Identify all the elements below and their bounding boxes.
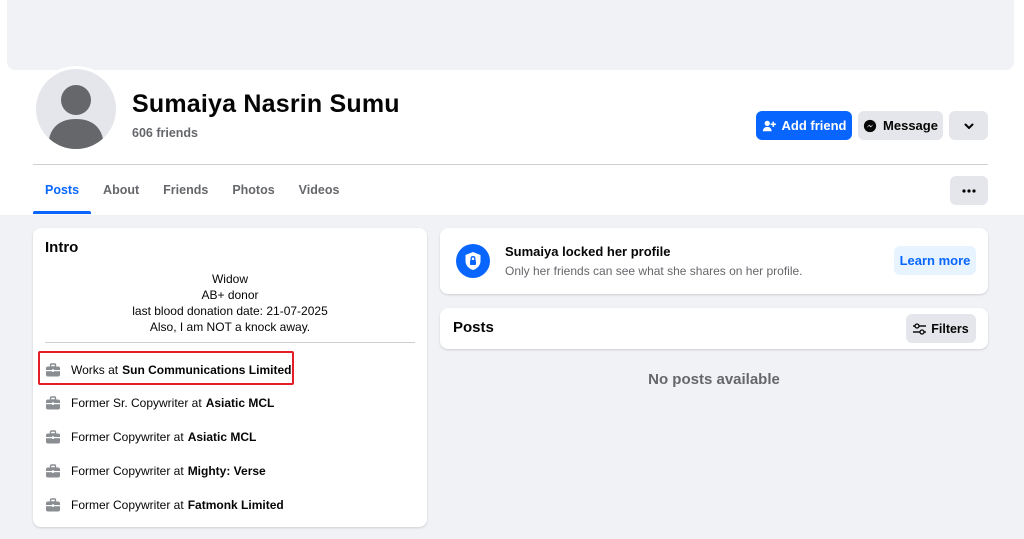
- intro-title: Intro: [45, 239, 79, 256]
- bio-line: last blood donation date: 21-07-2025: [132, 304, 328, 318]
- briefcase-icon: [45, 497, 61, 513]
- work-prefix: Former Copywriter at: [71, 464, 184, 478]
- highlight-annotation-box: [38, 351, 294, 385]
- profile-name: Sumaiya Nasrin Sumu: [132, 90, 400, 118]
- work-item: Former Copywriter at Fatmonk Limited: [45, 495, 284, 515]
- tab-photos[interactable]: Photos: [220, 166, 286, 214]
- work-org-link[interactable]: Mighty: Verse: [188, 464, 266, 478]
- filters-label: Filters: [931, 321, 969, 336]
- default-avatar-icon: [36, 69, 116, 149]
- sliders-icon: [913, 322, 927, 335]
- avatar[interactable]: [33, 66, 119, 152]
- posts-title: Posts: [453, 319, 494, 336]
- message-label: Message: [883, 118, 938, 133]
- tab-videos[interactable]: Videos: [287, 166, 352, 214]
- locked-title: Sumaiya locked her profile: [505, 244, 671, 259]
- header-divider: [33, 164, 988, 165]
- bio-line: AB+ donor: [201, 288, 259, 302]
- tab-about[interactable]: About: [91, 166, 151, 214]
- work-item: Former Copywriter at Asiatic MCL: [45, 427, 256, 447]
- work-org-link[interactable]: Asiatic MCL: [188, 430, 257, 444]
- add-friend-button[interactable]: Add friend: [756, 111, 852, 140]
- shield-lock-icon: [456, 244, 490, 278]
- work-org-link[interactable]: Fatmonk Limited: [188, 498, 284, 512]
- work-prefix: Former Copywriter at: [71, 498, 184, 512]
- bio-line: Also, I am NOT a knock away.: [149, 320, 311, 334]
- messenger-icon: [863, 119, 877, 133]
- message-button[interactable]: Message: [858, 111, 943, 140]
- intro-bio: Widow AB+ donor last blood donation date…: [33, 271, 427, 335]
- tab-friends[interactable]: Friends: [151, 166, 220, 214]
- add-person-icon: [762, 119, 776, 133]
- work-item: Former Copywriter at Mighty: Verse: [45, 461, 266, 481]
- tabs-more-button[interactable]: [950, 176, 988, 205]
- posts-card: Posts Filters: [440, 308, 988, 349]
- work-org-link[interactable]: Asiatic MCL: [206, 396, 275, 410]
- briefcase-icon: [45, 463, 61, 479]
- friends-count[interactable]: 606 friends: [132, 126, 198, 140]
- work-prefix: Former Copywriter at: [71, 430, 184, 444]
- work-item: Former Sr. Copywriter at Asiatic MCL: [45, 393, 274, 413]
- tab-posts[interactable]: Posts: [33, 166, 92, 214]
- intro-divider: [45, 342, 415, 343]
- briefcase-icon: [45, 429, 61, 445]
- work-prefix: Former Sr. Copywriter at: [71, 396, 202, 410]
- more-actions-button[interactable]: [949, 111, 988, 140]
- empty-posts-message: No posts available: [648, 371, 780, 388]
- chevron-down-icon: [963, 120, 975, 132]
- add-friend-label: Add friend: [781, 118, 847, 133]
- briefcase-icon: [45, 395, 61, 411]
- locked-profile-card: Sumaiya locked her profile Only her frie…: [440, 228, 988, 294]
- profile-tabs: Posts About Friends Photos Videos: [33, 166, 351, 214]
- filters-button[interactable]: Filters: [906, 314, 976, 343]
- learn-more-button[interactable]: Learn more: [894, 246, 976, 275]
- bio-line: Widow: [211, 272, 248, 286]
- more-dots-icon: [962, 188, 976, 193]
- locked-subtitle: Only her friends can see what she shares…: [505, 264, 803, 278]
- cover-photo[interactable]: [7, 0, 1014, 70]
